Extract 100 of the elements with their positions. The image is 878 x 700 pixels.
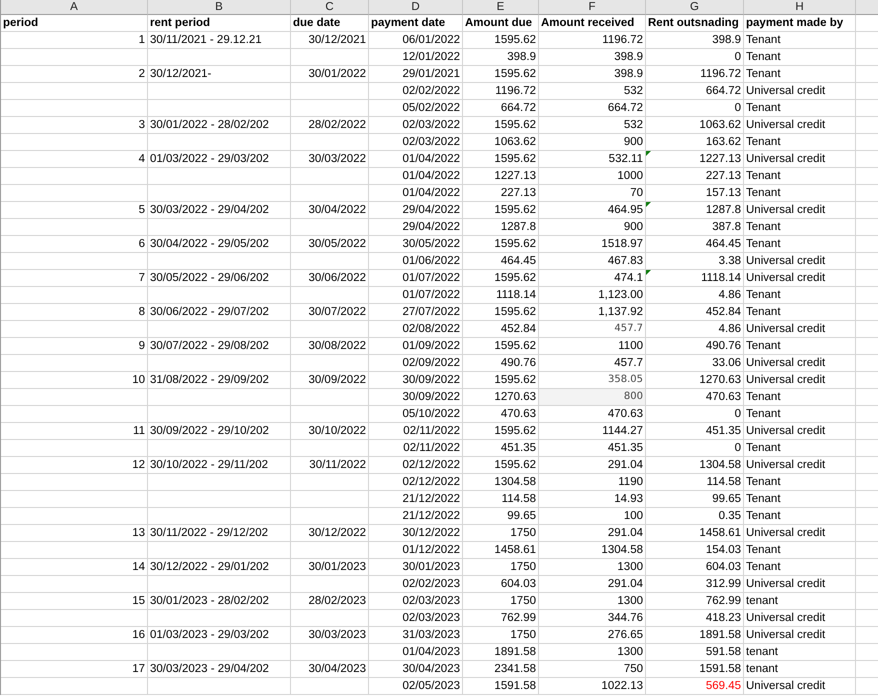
table-cell: Universal credit [744,678,856,695]
table-cell: 1000 [539,168,646,185]
table-cell: 16 [1,627,148,644]
table-cell: 30/12/2022 [369,525,463,542]
table-cell: Tenant [744,100,856,117]
table-cell: 8 [1,304,148,321]
table-cell: 451.35 [646,423,744,440]
table-cell: 1750 [463,559,539,576]
table-cell: 1100 [539,338,646,355]
column-header[interactable]: E [463,0,539,15]
table-cell: 30/01/2022 [291,66,369,83]
table-cell: 1595.62 [463,66,539,83]
table-cell: Tenant [744,440,856,457]
table-cell: 1300 [539,593,646,610]
table-cell: Tenant [744,287,856,304]
table-cell: 470.63 [646,389,744,406]
table-cell: 17 [1,661,148,678]
table-cell: Tenant [744,49,856,66]
table-cell: 1196.72 [463,83,539,100]
column-header[interactable]: C [291,0,369,15]
table-cell: Tenant [744,508,856,525]
table-cell: Universal credit [744,423,856,440]
table-cell: 30/09/2022 [369,372,463,389]
table-cell: Universal credit [744,83,856,100]
table-cell: 227.13 [463,185,539,202]
table-cell: Universal credit [744,202,856,219]
error-indicator-icon [646,151,651,156]
table-cell: 1300 [539,559,646,576]
table-cell: 1270.63 [646,372,744,389]
table-cell: 591.58 [646,644,744,661]
table-cell: 1022.13 [539,678,646,695]
column-header[interactable]: G [646,0,744,15]
table-cell: 21/12/2022 [369,491,463,508]
table-cell: tenant [744,644,856,661]
table-cell: 30/01/2022 - 28/02/202 [148,117,291,134]
column-header[interactable]: B [148,0,291,15]
table-cell: 344.76 [539,610,646,627]
table-cell: 604.03 [646,559,744,576]
table-cell: 114.58 [463,491,539,508]
table-cell: 99.65 [463,508,539,525]
table-cell: 31/03/2023 [369,627,463,644]
column-header[interactable]: F [539,0,646,15]
error-indicator-icon [646,270,651,275]
table-cell: 28/02/2022 [291,117,369,134]
table-cell: Tenant [744,542,856,559]
table-cell: 1891.58 [463,644,539,661]
table-cell: 900 [539,134,646,151]
table-cell: 1287.8 [646,202,744,219]
table-cell: 2341.58 [463,661,539,678]
table-cell: 762.99 [463,610,539,627]
table-cell: 14 [1,559,148,576]
column-header[interactable]: H [744,0,856,15]
table-cell: 457.7 [539,321,646,338]
table-cell: 29/01/2021 [369,66,463,83]
column-header[interactable]: D [369,0,463,15]
table-cell: 30/09/2022 [369,389,463,406]
table-cell: 30/12/2022 - 29/01/202 [148,559,291,576]
table-cell: 0 [646,440,744,457]
table-cell: 30/03/2023 [291,627,369,644]
table-cell: Tenant [744,389,856,406]
table-cell: Universal credit [744,576,856,593]
table-cell: Tenant [744,559,856,576]
header-cell: Amount received [539,15,646,32]
column-header[interactable]: A [1,0,148,15]
table-cell: 1196.72 [539,32,646,49]
table-cell: 6 [1,236,148,253]
table-cell: Tenant [744,32,856,49]
table-cell: 0 [646,100,744,117]
table-cell: 30/03/2022 - 29/04/202 [148,202,291,219]
table-cell: 01/07/2022 [369,287,463,304]
table-cell: 762.99 [646,593,744,610]
header-cell: rent period [148,15,291,32]
table-cell: 02/02/2023 [369,576,463,593]
table-cell: 30/09/2022 [291,372,369,389]
table-cell: 1196.72 [646,66,744,83]
table-cell: 01/04/2022 [369,168,463,185]
table-cell: 02/12/2022 [369,474,463,491]
table-cell: 163.62 [646,134,744,151]
table-cell: 452.84 [463,321,539,338]
table-cell: 0 [646,406,744,423]
table-cell: 1458.61 [646,525,744,542]
table-cell: 1595.62 [463,32,539,49]
table-cell: 27/07/2022 [369,304,463,321]
table-cell: 02/12/2022 [369,457,463,474]
table-cell: 604.03 [463,576,539,593]
table-cell: Tenant [744,185,856,202]
table-cell: 398.9 [463,49,539,66]
table-cell: 30/01/2023 [369,559,463,576]
table-cell: Universal credit [744,610,856,627]
table-cell: 02/03/2023 [369,610,463,627]
table-cell: 1304.58 [646,457,744,474]
table-cell: 532 [539,83,646,100]
table-cell: 532.11 [539,151,646,168]
table-cell: 114.58 [646,474,744,491]
table-cell: 1458.61 [463,542,539,559]
table-cell: 490.76 [463,355,539,372]
table-cell: Universal credit [744,321,856,338]
table-cell: 1118.14 [463,287,539,304]
table-cell: 30/01/2023 [291,559,369,576]
table-cell: 1300 [539,644,646,661]
